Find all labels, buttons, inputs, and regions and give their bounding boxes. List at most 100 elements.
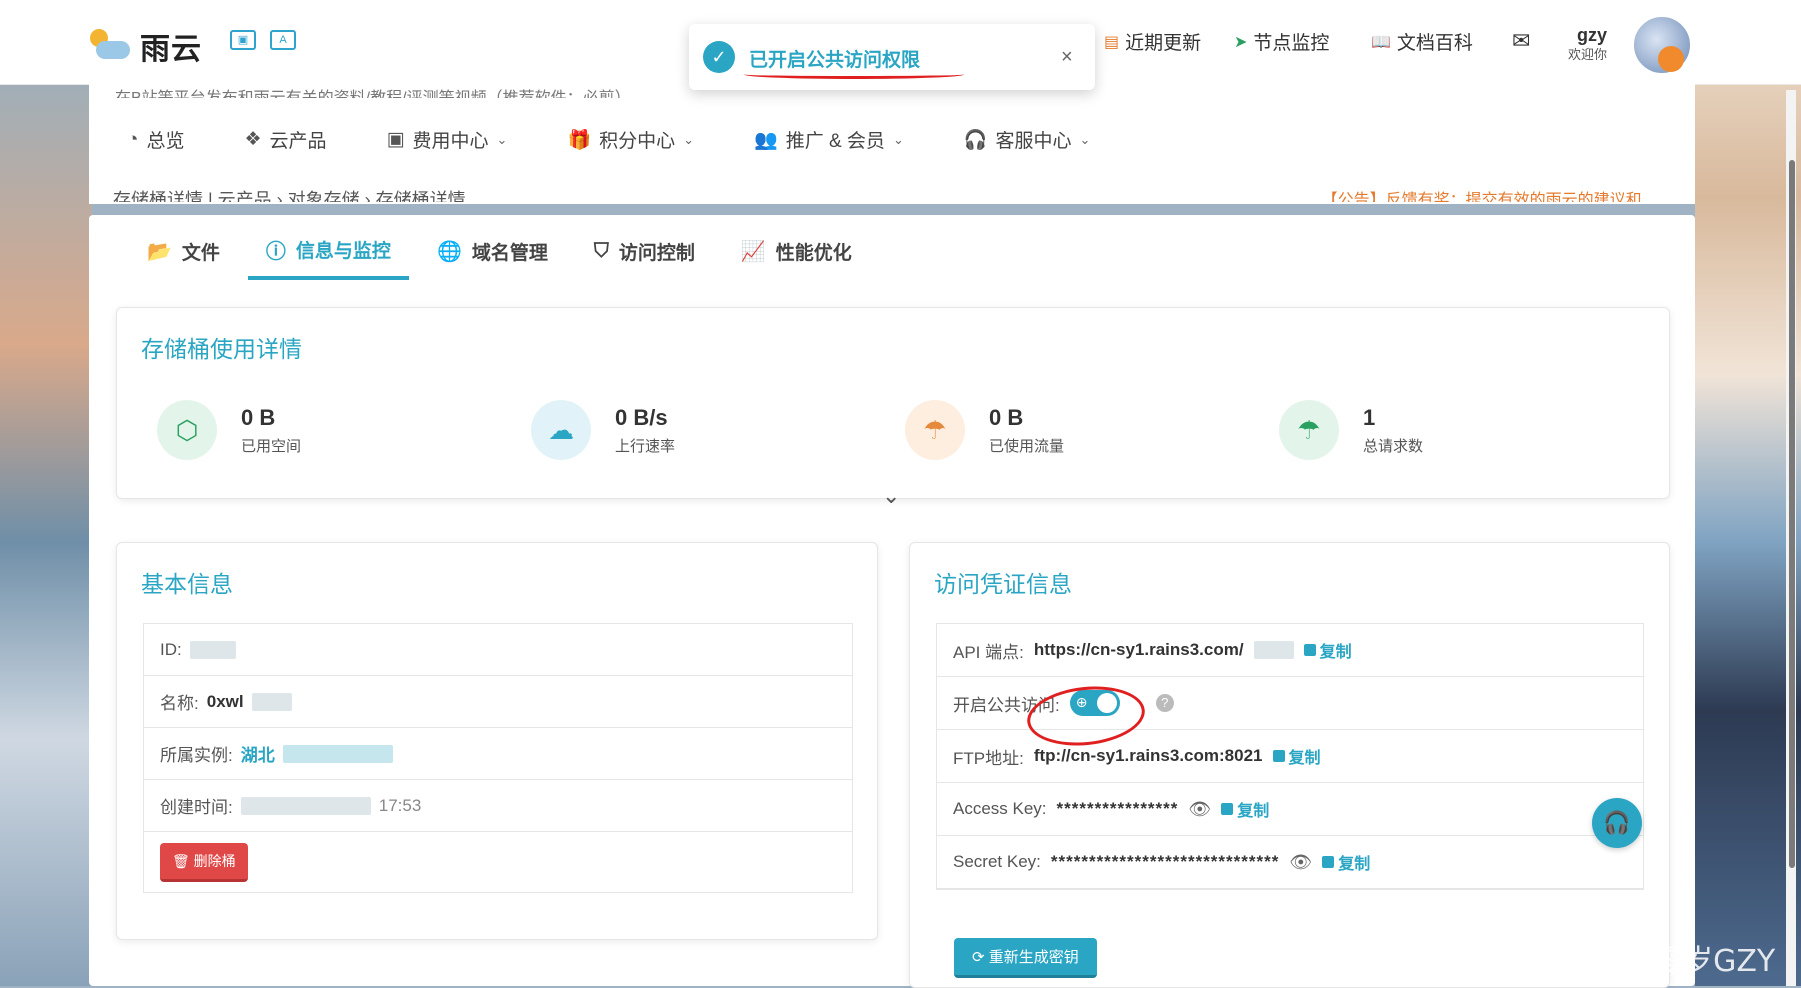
nav-billing[interactable]: ▣ 费用中心 ⌄ [387,126,508,153]
header-link-monitor[interactable]: ➤ 节点监控 [1234,28,1329,55]
row-created: 创建时间: 17:53 [144,780,852,832]
main-nav: ◔ 总览 ❖ 云产品 ▣ 费用中心 ⌄ 🎁 积分中心 ⌄ 👥 推广 & 会员 ⌄ 🎧 客服中心 ⌄ [127,126,1150,153]
stat-total-requests: ☂ 1 总请求数 [1279,400,1423,460]
header-link-docs[interactable]: 📖 文档百科 [1371,28,1473,55]
usage-card: 存储桶使用详情 ⬡ 0 B 已用空间 ☁ 0 B/s 上行速率 ☂ 0 B 已使用流量… [116,307,1670,508]
copy-ftp-button[interactable]: 复制 [1272,744,1321,768]
nav-promotion[interactable]: 👥 推广 & 会员 ⌄ [754,126,904,153]
gift-icon: 🎁 [567,129,592,151]
money-icon: ▣ [386,129,405,150]
info-icon: ⓘ [265,241,286,263]
annotation-underline [744,70,964,79]
stat-upload-rate: ☁ 0 B/s 上行速率 [531,400,675,460]
folder-icon: 📂 [147,241,172,263]
tab-access-control[interactable]: ⛉ 访问控制 [576,235,713,280]
top-notice: 在B站等平台发布和雨云有关的资料/教程/评测等视频（推荐软件：必剪） [115,84,631,98]
redacted-value [251,692,292,711]
book-icon: 📖 [1371,33,1391,51]
trash-icon: 🗑 [172,852,194,869]
headset-icon: 🎧 [963,129,988,151]
row-access-key: Access Key: **************** 👁 复制 [937,783,1643,836]
expand-chevron-icon[interactable]: ⌄ [882,483,900,509]
tab-performance[interactable]: 📈 性能优化 [723,235,870,280]
image-icon[interactable]: ▣ [230,30,256,50]
row-instance: 所属实例: 湖北 [144,728,852,780]
credentials-card: 访问凭证信息 API 端点: https://cn-sy1.rains3.com… [909,542,1670,988]
cloud-rain-icon: ☂ [1279,400,1339,460]
globe-icon: 🌐 [436,241,462,263]
basic-info-table: ID: 名称: 0xwl 所属实例: 湖北 创建时间: 17:53 🗑 删除桶 [143,623,853,893]
close-icon[interactable]: × [1061,46,1073,69]
copy-access-key-button[interactable]: 复制 [1221,797,1269,821]
success-toast: ✓ 已开启公共访问权限 × [689,24,1095,90]
nav-points[interactable]: 🎁 积分中心 ⌄ [567,126,694,153]
redacted-value [240,796,371,815]
credentials-title: 访问凭证信息 [934,571,1072,597]
copy-icon [1303,644,1316,656]
copy-secret-key-button[interactable]: 复制 [1322,850,1370,874]
translate-icon[interactable]: A [270,30,296,50]
eye-icon[interactable]: 👁 [1188,799,1211,820]
redacted-value [282,744,393,763]
chevron-down-icon: ⌄ [683,131,695,147]
chevron-down-icon: ⌄ [1079,131,1091,147]
dashboard-icon: ◔ [127,128,139,150]
announcement-link[interactable]: 【公告】反馈有奖：提交有效的雨云的建议和... [1322,186,1655,202]
redacted-value [189,640,236,659]
support-headset-icon[interactable]: 🎧 [1592,798,1642,848]
copy-icon [1272,750,1285,762]
cloud-rain-icon: ☂ [905,400,965,460]
check-icon: ✓ [703,41,735,73]
copy-icon [1322,856,1335,868]
nav-support[interactable]: 🎧 客服中心 ⌄ [964,126,1091,153]
avatar-badge-icon [1658,46,1684,72]
users-icon: 👥 [754,129,778,151]
usage-title: 存储桶使用详情 [141,336,302,362]
copy-icon [1221,803,1234,815]
background-art-left [0,0,92,986]
mail-icon[interactable]: ✉ [1512,28,1530,54]
tab-files[interactable]: 📂 文件 [129,235,238,280]
tab-domains[interactable]: 🌐 域名管理 [419,235,566,280]
nav-cloud-products[interactable]: ❖ 云产品 [245,126,327,153]
send-icon: ➤ [1234,33,1248,51]
basic-info-title: 基本信息 [141,571,233,597]
basic-info-card: 基本信息 ID: 名称: 0xwl 所属实例: 湖北 创建时间: 17:53 🗑 删除… [116,542,878,940]
user-info[interactable]: gzy 欢迎你 [1568,26,1607,63]
copy-api-button[interactable]: 复制 [1303,638,1352,662]
logo[interactable]: 雨云 [90,24,202,68]
bucket-detail-panel: 📂 文件 ⓘ 信息与监控 🌐 域名管理 ⛉ 访问控制 📈 性能优化 存储桶使用详情 ⬡ 0… [89,215,1695,988]
nav-overview[interactable]: ◔ 总览 [127,126,185,153]
row-api-endpoint: API 端点: https://cn-sy1.rains3.com/ 复制 [937,624,1643,677]
credentials-table: API 端点: https://cn-sy1.rains3.com/ 复制 开启… [936,623,1644,890]
refresh-icon: ⟳ [972,949,989,966]
header-link-updates[interactable]: ▤ 近期更新 [1104,28,1201,55]
stat-used-traffic: ☂ 0 B 已使用流量 [905,400,1064,460]
cloud-upload-icon: ☁ [531,400,591,460]
chevron-down-icon: ⌄ [892,131,904,147]
delete-bucket-button[interactable]: 🗑 删除桶 [160,842,248,882]
tab-bar: 📂 文件 ⓘ 信息与监控 🌐 域名管理 ⛉ 访问控制 📈 性能优化 [129,235,880,280]
eye-icon[interactable]: 👁 [1289,852,1312,873]
row-id: ID: [144,624,852,676]
cube-icon: ⬡ [157,400,217,460]
help-icon[interactable]: ? [1155,694,1174,712]
breadcrumb: 存储桶详情 | 云产品 › 对象存储 › 存储桶详情 [113,190,466,202]
secondary-nav-area: 在B站等平台发布和雨云有关的资料/教程/评测等视频（推荐软件：必剪） ◔总览 ❖… [89,84,1695,204]
shield-icon: ⛉ [593,240,609,262]
regenerate-key-button[interactable]: ⟳ 重新生成密钥 [954,938,1097,978]
news-icon: ▤ [1104,33,1120,51]
row-secret-key: Secret Key: ****************************… [937,836,1643,889]
tab-info-monitor[interactable]: ⓘ 信息与监控 [247,235,409,280]
toast-message: 已开启公共访问权限 [749,50,921,71]
redacted-value [1253,641,1294,659]
scrollbar-thumb[interactable] [1789,160,1795,868]
row-name: 名称: 0xwl [144,676,852,728]
row-actions: 🗑 删除桶 [144,832,852,892]
chart-line-icon: 📈 [740,241,766,263]
chevron-down-icon: ⌄ [496,131,508,147]
watermark: CSDN @星零岁GZY [1498,944,1776,979]
stat-used-space: ⬡ 0 B 已用空间 [157,400,301,460]
cubes-icon: ❖ [244,129,262,150]
logo-cloud-icon [90,29,134,63]
